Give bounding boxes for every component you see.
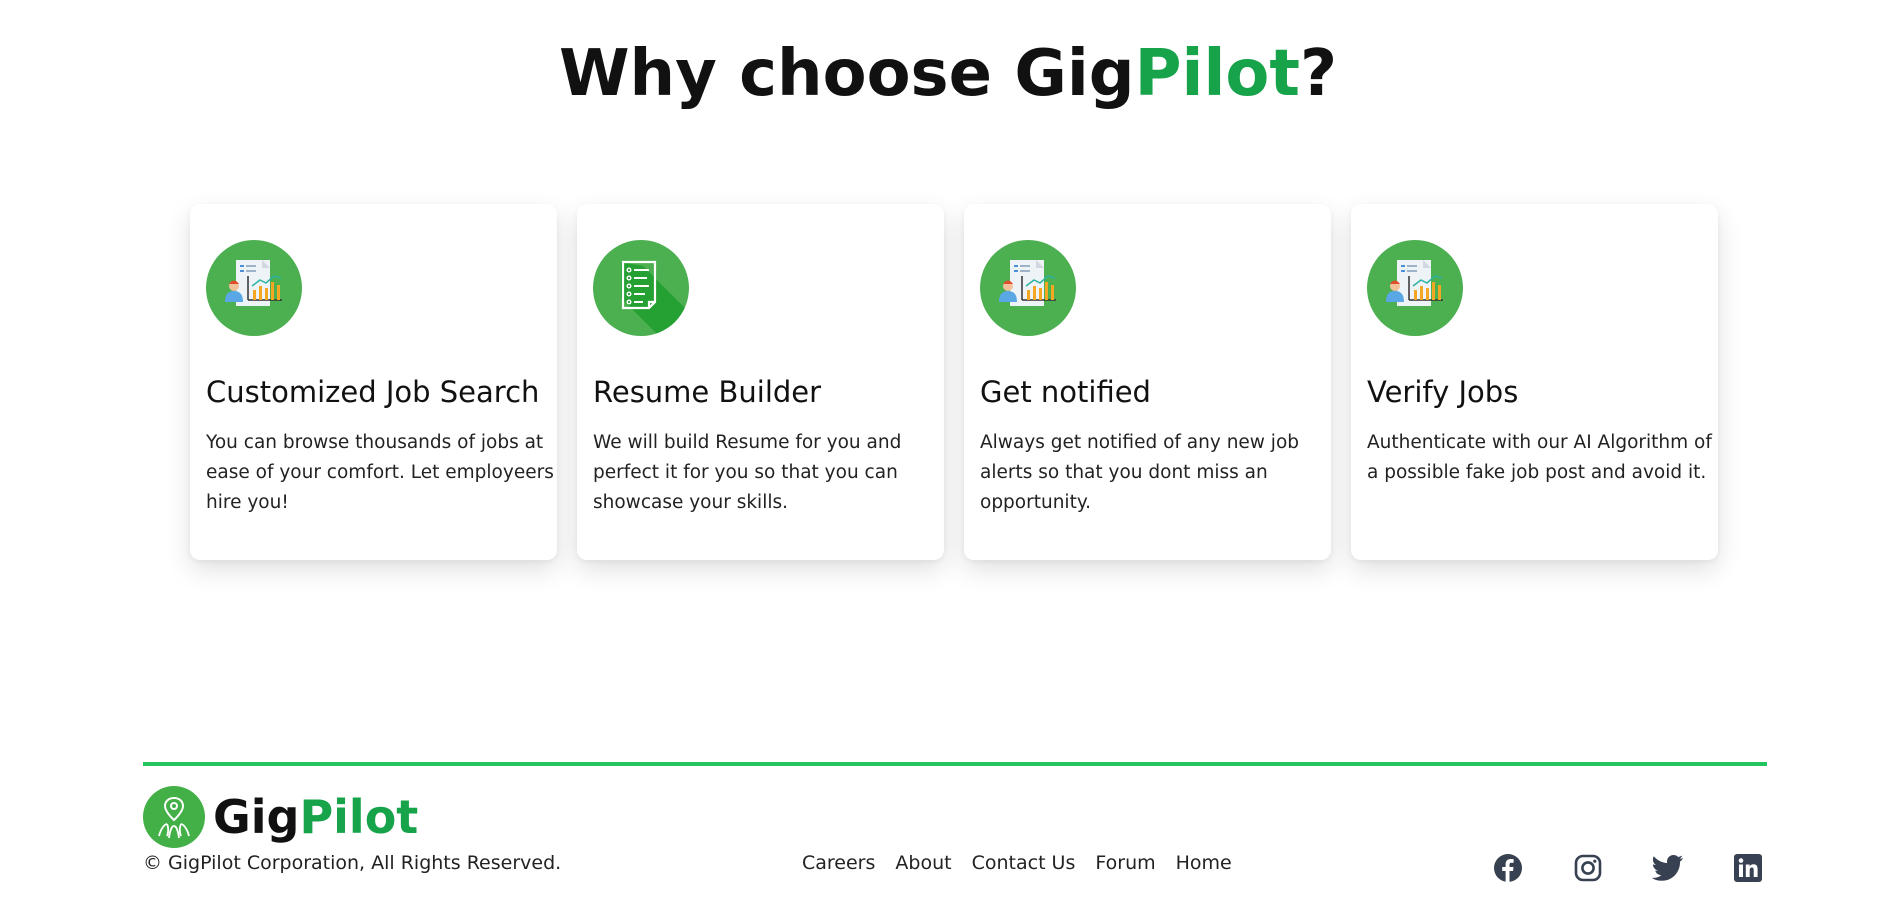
resume-document-icon (593, 240, 689, 336)
facebook-icon[interactable] (1492, 852, 1524, 884)
footer-link-home[interactable]: Home (1176, 850, 1232, 876)
heading-accent: Pilot (1134, 37, 1300, 111)
feature-title: Customized Job Search (206, 375, 540, 409)
footer-logo[interactable]: GigPilot (143, 786, 418, 848)
analytics-report-icon (980, 240, 1076, 336)
feature-description: Always get notified of any new job alert… (980, 432, 1300, 513)
twitter-icon[interactable] (1652, 852, 1684, 884)
feature-card: Get notified Always get notified of any … (964, 204, 1331, 560)
heading-suffix: ? (1299, 37, 1338, 111)
analytics-report-icon (1367, 240, 1463, 336)
social-links (1492, 852, 1764, 884)
footer-link-about[interactable]: About (895, 850, 951, 876)
instagram-icon[interactable] (1572, 852, 1604, 884)
feature-card: Resume Builder We will build Resume for … (577, 204, 944, 560)
feature-card: Verify Jobs Authenticate with our AI Alg… (1351, 204, 1718, 560)
footer-link-contact-us[interactable]: Contact Us (972, 850, 1076, 876)
linkedin-icon[interactable] (1732, 852, 1764, 884)
footer-link-careers[interactable]: Careers (802, 850, 875, 876)
footer-link-forum[interactable]: Forum (1095, 850, 1155, 876)
analytics-report-icon (206, 240, 302, 336)
logo-prefix: Gig (213, 790, 300, 844)
feature-title: Resume Builder (593, 375, 822, 409)
feature-cards: Customized Job Search You can browse tho… (190, 204, 1720, 560)
feature-description: You can browse thousands of jobs at ease… (206, 432, 554, 513)
location-pin-icon (143, 786, 205, 848)
heading-prefix: Why choose Gig (558, 37, 1135, 111)
page: Why choose GigPilot? Customized Job Sear… (0, 0, 1896, 909)
feature-description: Authenticate with our AI Algorithm of a … (1367, 432, 1712, 483)
footer-divider (143, 762, 1767, 766)
section-heading: Why choose GigPilot? (0, 34, 1896, 114)
logo-accent: Pilot (299, 790, 419, 844)
logo-text: GigPilot (213, 786, 418, 848)
footer-nav: Careers About Contact Us Forum Home (802, 850, 1232, 876)
feature-title: Get notified (980, 375, 1151, 409)
feature-card: Customized Job Search You can browse tho… (190, 204, 557, 560)
copyright-text: © GigPilot Corporation, All Rights Reser… (143, 852, 562, 874)
feature-title: Verify Jobs (1367, 375, 1519, 409)
feature-description: We will build Resume for you and perfect… (593, 432, 902, 513)
